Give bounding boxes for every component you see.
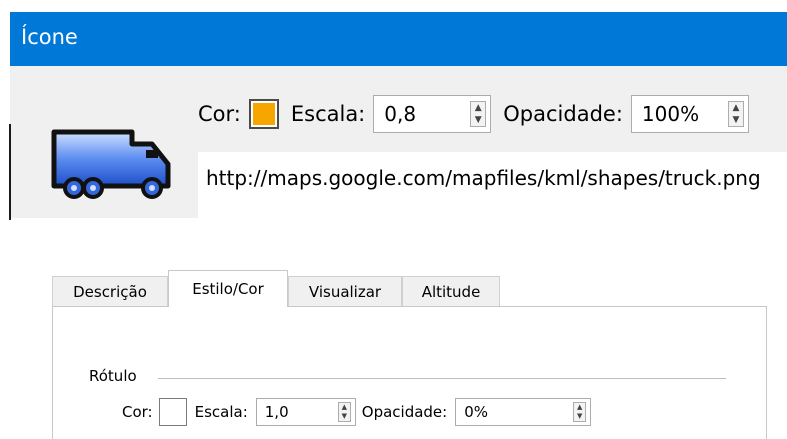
label-scale-value: 1,0 <box>264 403 289 421</box>
spin-up-icon[interactable]: ▲ <box>342 404 347 411</box>
tab-visualizar[interactable]: Visualizar <box>288 276 402 306</box>
icon-color-fill <box>250 101 277 127</box>
label-opacity-spinbox[interactable]: 0% ▲ ▼ <box>455 398 592 426</box>
spin-down-icon[interactable]: ▼ <box>342 413 347 420</box>
icon-scale-spin-arrows[interactable]: ▲ ▼ <box>470 101 487 127</box>
tab-altitude[interactable]: Altitude <box>402 276 500 306</box>
label-scale-spinbox[interactable]: 1,0 ▲ ▼ <box>255 398 356 426</box>
icon-opacity-label: Opacidade: <box>503 102 623 126</box>
label-color-swatch[interactable] <box>158 398 187 426</box>
label-opacity-spin-arrows[interactable]: ▲ ▼ <box>573 402 587 422</box>
group-divider <box>158 378 726 379</box>
icon-settings-panel: Ícone Cor: Escala: 0,8 ▲ ▼ Opacidade: 10… <box>0 0 787 226</box>
label-color-label: Cor: <box>122 403 153 421</box>
spin-up-icon[interactable]: ▲ <box>577 404 582 411</box>
properties-dialog: Descrição Estilo/Cor Visualizar Altitude… <box>42 264 787 439</box>
panel-divider <box>9 124 11 220</box>
spin-down-icon[interactable]: ▼ <box>732 115 739 125</box>
tab-label: Descrição <box>73 282 147 301</box>
tab-estilo-cor[interactable]: Estilo/Cor <box>168 270 288 307</box>
icon-controls-row: Cor: Escala: 0,8 ▲ ▼ Opacidade: 100% ▲ ▼ <box>198 92 761 136</box>
icon-section-header: Ícone <box>10 12 787 66</box>
tab-descricao[interactable]: Descrição <box>52 276 168 306</box>
tab-label: Estilo/Cor <box>192 280 264 298</box>
label-opacity-label: Opacidade: <box>361 403 448 421</box>
spin-up-icon[interactable]: ▲ <box>732 103 739 113</box>
icon-scale-spinbox[interactable]: 0,8 ▲ ▼ <box>373 95 492 133</box>
tab-label: Visualizar <box>308 282 382 301</box>
icon-color-label: Cor: <box>198 102 241 126</box>
label-scale-spin-arrows[interactable]: ▲ ▼ <box>337 402 351 422</box>
icon-url-field[interactable]: http://maps.google.com/mapfiles/kml/shap… <box>198 152 787 218</box>
label-opacity-value: 0% <box>464 403 489 421</box>
tab-label: Altitude <box>421 282 481 301</box>
icon-color-swatch[interactable] <box>248 99 279 129</box>
icon-section-title: Ícone <box>21 25 78 49</box>
icon-scale-value: 0,8 <box>384 102 417 126</box>
icon-opacity-spin-arrows[interactable]: ▲ ▼ <box>727 101 744 127</box>
icon-opacity-spinbox[interactable]: 100% ▲ ▼ <box>630 95 749 133</box>
label-group-title: Rótulo <box>89 367 137 385</box>
truck-icon[interactable] <box>48 124 174 206</box>
icon-url-text: http://maps.google.com/mapfiles/kml/shap… <box>206 166 761 190</box>
tab-content: Rótulo Cor: Escala: 1,0 ▲ ▼ Opacidade: 0… <box>52 306 767 439</box>
label-scale-label: Escala: <box>194 403 248 421</box>
label-controls-row: Cor: Escala: 1,0 ▲ ▼ Opacidade: 0% ▲ ▼ <box>122 397 592 427</box>
spin-down-icon[interactable]: ▼ <box>475 115 482 125</box>
spin-down-icon[interactable]: ▼ <box>577 413 582 420</box>
spin-up-icon[interactable]: ▲ <box>475 103 482 113</box>
icon-scale-label: Escala: <box>290 102 366 126</box>
icon-opacity-value: 100% <box>641 102 700 126</box>
